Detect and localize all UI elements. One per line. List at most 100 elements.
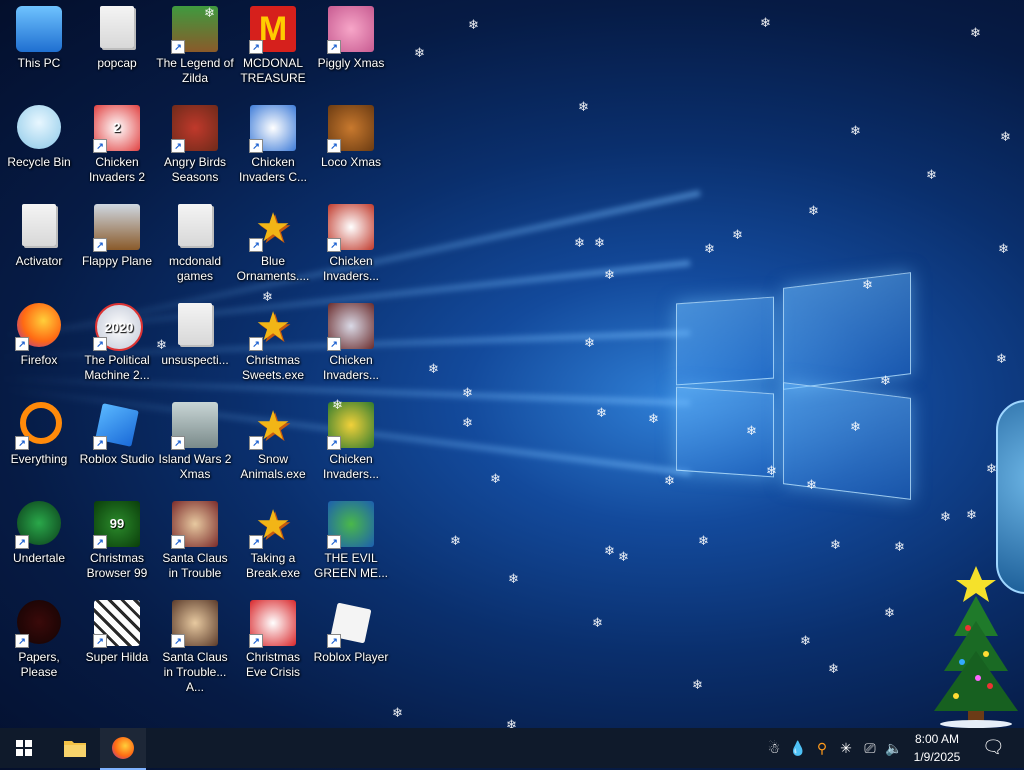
shortcut-arrow-icon: ↗ bbox=[171, 634, 185, 648]
shortcut-arrow-icon: ↗ bbox=[327, 139, 341, 153]
desktop-icon[interactable]: ↗ Chicken Invaders... bbox=[312, 198, 390, 284]
people-icon[interactable]: ☃ bbox=[764, 738, 784, 758]
desktop-icon[interactable]: This PC bbox=[0, 0, 78, 71]
snowflake-icon: ❄ bbox=[800, 633, 811, 648]
notification-icon[interactable]: 🗨 bbox=[982, 737, 1005, 757]
desktop-icon[interactable]: ↗ Firefox bbox=[0, 297, 78, 368]
logo-pane bbox=[783, 382, 911, 500]
system-clock[interactable]: 8:00 AM 1/9/2025 bbox=[906, 730, 968, 766]
desktop-icon[interactable]: ★ ↗ Snow Animals.exe bbox=[234, 396, 312, 482]
snowflake-icon: ❄ bbox=[732, 227, 743, 242]
drop-icon[interactable]: 💧 bbox=[788, 738, 808, 758]
file-explorer-taskbar-button[interactable] bbox=[52, 728, 98, 768]
desktop-icon[interactable]: ↗ Chicken Invaders C... bbox=[234, 99, 312, 185]
desktop-icon-label: mcdonald games bbox=[168, 254, 222, 283]
volume-icon[interactable]: 🔈 bbox=[884, 738, 904, 758]
network-icon[interactable]: ⎚ bbox=[860, 738, 880, 758]
shortcut-arrow-icon: ↗ bbox=[249, 634, 263, 648]
desktop-icon[interactable]: ↗ Angry Birds Seasons bbox=[156, 99, 234, 185]
desktop-icon[interactable]: ↗ THE EVIL GREEN ME... bbox=[312, 495, 390, 581]
snowflake-icon: ❄ bbox=[574, 235, 585, 250]
desktop-icon-label: Everything bbox=[10, 452, 68, 466]
desktop-icon[interactable]: ↗ Piggly Xmas bbox=[312, 0, 390, 71]
desktop-icon-label: popcap bbox=[97, 56, 137, 70]
shortcut-arrow-icon: ↗ bbox=[93, 139, 107, 153]
desktop-icon-label: Santa Claus in Trouble bbox=[162, 551, 228, 580]
desktop-icon-label: unsuspecti... bbox=[161, 353, 229, 367]
snowflake-icon: ❄ bbox=[508, 571, 519, 586]
angry-birds-icon: ↗ bbox=[171, 105, 219, 153]
desktop-icon[interactable]: ↗ The Legend of Zilda bbox=[156, 0, 234, 86]
snowflake-icon: ❄ bbox=[760, 15, 771, 30]
star-exe-icon: ★ ↗ bbox=[249, 303, 297, 351]
desktop-icon[interactable]: Activator bbox=[0, 198, 78, 269]
snowflake-icon: ❄ bbox=[698, 533, 709, 548]
snowflake-icon: ❄ bbox=[1000, 129, 1011, 144]
desktop-icon[interactable]: ↗ Roblox Studio bbox=[78, 396, 156, 467]
desktop-icon-label: Christmas Sweets.exe bbox=[241, 353, 305, 382]
shortcut-arrow-icon: ↗ bbox=[15, 634, 29, 648]
firefox-taskbar-button[interactable] bbox=[100, 728, 146, 770]
desktop-icon[interactable]: ↗ Papers, Please bbox=[0, 594, 78, 680]
snowflake-icon: ❄ bbox=[940, 509, 951, 524]
snowflake-icon: ❄ bbox=[584, 335, 595, 350]
unsuspecting-folder-icon-graphic bbox=[178, 303, 212, 345]
shortcut-arrow-icon: ↗ bbox=[93, 436, 107, 450]
snowflake-icon: ❄ bbox=[648, 411, 659, 426]
desktop-icon[interactable]: ↗ Island Wars 2 Xmas bbox=[156, 396, 234, 482]
chicken-invaders-icon: 2 ↗ bbox=[93, 105, 141, 153]
desktop-icon[interactable]: ↗ Undertale bbox=[0, 495, 78, 566]
desktop-icon-label: Roblox Player bbox=[313, 650, 389, 664]
chicken-xmas-icon: ↗ bbox=[327, 204, 375, 252]
desktop-icon[interactable]: M ↗ MCDONAL TREASURE bbox=[234, 0, 312, 86]
desktop-icon[interactable]: ★ ↗ Christmas Sweets.exe bbox=[234, 297, 312, 383]
desktop-icon[interactable]: ★ ↗ Taking a Break.exe bbox=[234, 495, 312, 581]
snowflake-icon: ❄ bbox=[204, 5, 215, 20]
christmas-tree-decoration bbox=[934, 566, 1018, 728]
desktop-icon[interactable]: ↗ Flappy Plane bbox=[78, 198, 156, 269]
desktop-icon[interactable]: mcdonald games bbox=[156, 198, 234, 284]
snowflake-icon: ❄ bbox=[604, 267, 615, 282]
desktop-icon[interactable]: ↗ Super Hilda bbox=[78, 594, 156, 665]
desktop-icon[interactable]: ↗ Loco Xmas bbox=[312, 99, 390, 170]
shortcut-arrow-icon: ↗ bbox=[249, 238, 263, 252]
search-tool-icon[interactable]: ⚲ bbox=[812, 738, 832, 758]
recycle-bin-icon bbox=[15, 105, 63, 153]
taskbar: ☃ 💧 ⚲ ✳ ⎚ 🔈 8:00 AM 1/9/2025 🗨 bbox=[0, 728, 1024, 770]
desktop-icon[interactable]: Recycle Bin bbox=[0, 99, 78, 170]
snowflake-icon: ❄ bbox=[156, 337, 167, 352]
desktop-icon-label: Super Hilda bbox=[85, 650, 149, 664]
snowflake-icon: ❄ bbox=[862, 277, 873, 292]
shortcut-arrow-icon: ↗ bbox=[249, 337, 263, 351]
desktop-icon[interactable]: popcap bbox=[78, 0, 156, 71]
santa-crisis-icon: ↗ bbox=[249, 600, 297, 648]
desktop-icon[interactable]: ↗ Santa Claus in Trouble... A... bbox=[156, 594, 234, 695]
desktop-icon[interactable]: ↗ Everything bbox=[0, 396, 78, 467]
snowflake-tray-icon[interactable]: ✳ bbox=[836, 738, 856, 758]
desktop-icon[interactable]: 2 ↗ Chicken Invaders 2 bbox=[78, 99, 156, 185]
desktop-icon[interactable]: ↗ Chicken Invaders... bbox=[312, 297, 390, 383]
star-exe-icon: ★ ↗ bbox=[249, 402, 297, 450]
snowflake-icon: ❄ bbox=[462, 385, 473, 400]
pc-icon-graphic bbox=[16, 6, 62, 52]
papers-please-icon: ↗ bbox=[15, 600, 63, 648]
shortcut-arrow-icon: ↗ bbox=[171, 40, 185, 54]
desktop-icon[interactable]: ↗ Chicken Invaders... bbox=[312, 396, 390, 482]
desktop-icon[interactable]: 2020 ↗ The Political Machine 2... bbox=[78, 297, 156, 383]
desktop-icon[interactable]: ↗ Santa Claus in Trouble bbox=[156, 495, 234, 581]
snowflake-icon: ❄ bbox=[594, 235, 605, 250]
desktop-icon-label: Santa Claus in Trouble... A... bbox=[162, 650, 228, 694]
shortcut-arrow-icon: ↗ bbox=[93, 634, 107, 648]
snowflake-icon: ❄ bbox=[604, 543, 615, 558]
folder-icon bbox=[64, 741, 86, 757]
christmas-browser-icon: 99 ↗ bbox=[93, 501, 141, 549]
desktop-icon[interactable]: ↗ Christmas Eve Crisis bbox=[234, 594, 312, 680]
desktop-icon[interactable]: ★ ↗ Blue Ornaments.... bbox=[234, 198, 312, 284]
pc-icon bbox=[15, 6, 63, 54]
start-button[interactable] bbox=[0, 728, 48, 768]
desktop-icon[interactable]: ↗ Roblox Player bbox=[312, 594, 390, 665]
activator-folder-icon bbox=[15, 204, 63, 252]
desktop-icon[interactable]: unsuspecti... bbox=[156, 297, 234, 368]
snowflake-icon: ❄ bbox=[808, 203, 819, 218]
desktop-icon[interactable]: 99 ↗ Christmas Browser 99 bbox=[78, 495, 156, 581]
